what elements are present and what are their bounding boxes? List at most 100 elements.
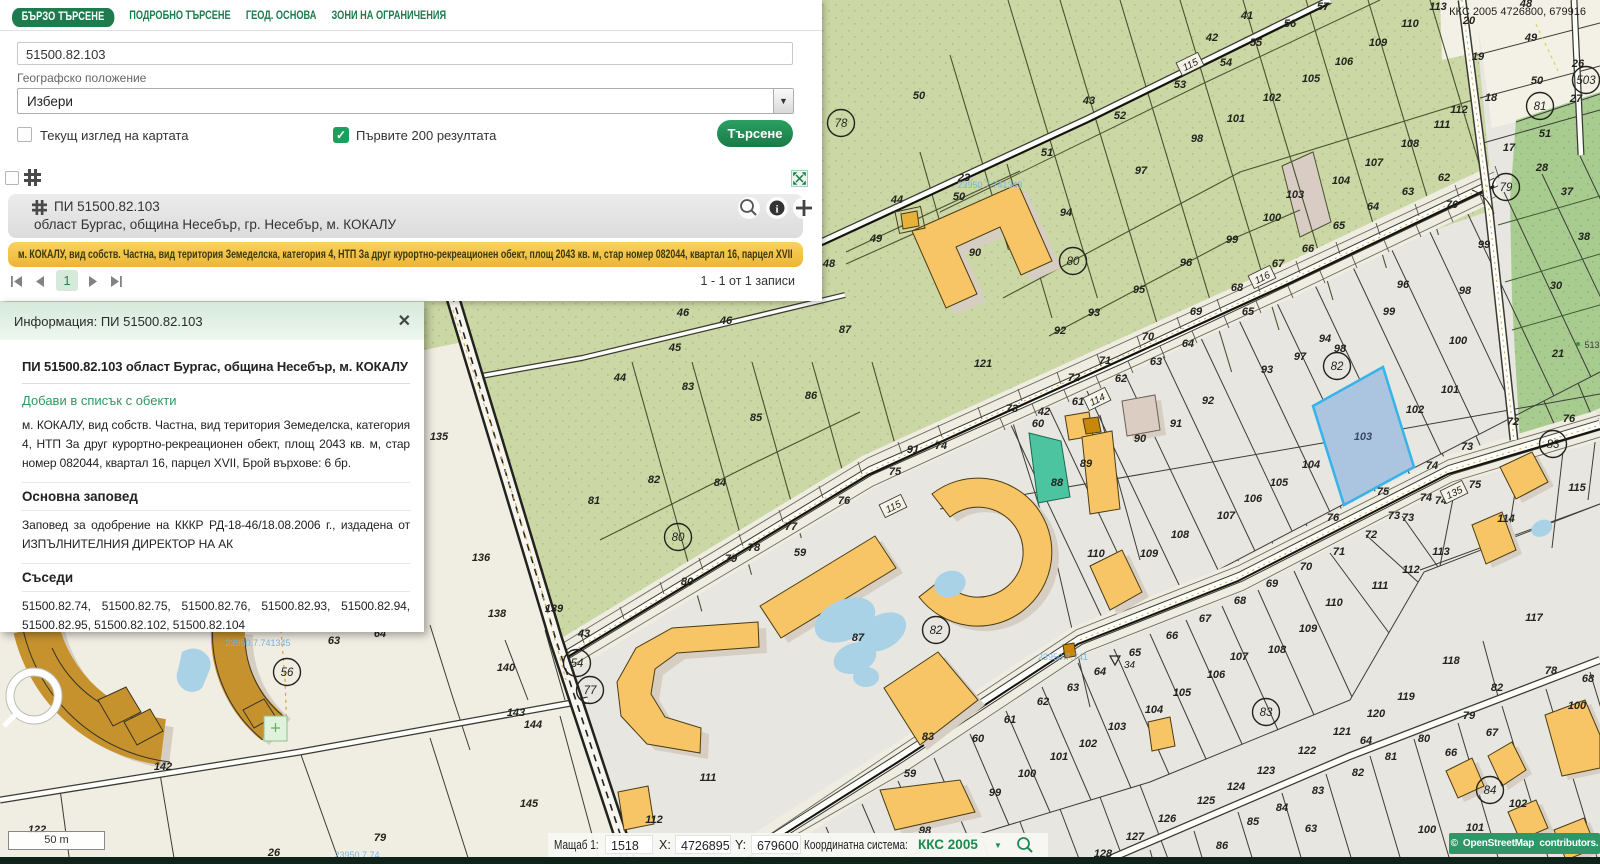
svg-text:43: 43 [1082,95,1095,107]
svg-text:96: 96 [1180,257,1193,269]
svg-text:107: 107 [1230,651,1249,663]
svg-text:139: 139 [545,603,564,615]
svg-text:101: 101 [1227,113,1245,125]
svg-text:75: 75 [1377,486,1390,498]
svg-text:123: 123 [1257,765,1275,777]
svg-text:76: 76 [1327,512,1340,524]
svg-text:109: 109 [1140,548,1159,560]
svg-text:42: 42 [1037,406,1050,418]
svg-text:142: 142 [154,761,172,773]
svg-text:67: 67 [1486,727,1499,739]
svg-text:121: 121 [1333,726,1351,738]
svg-text:121: 121 [974,358,992,370]
svg-text:118: 118 [1442,655,1460,667]
svg-text:87: 87 [839,324,852,336]
svg-text:115: 115 [1568,482,1586,494]
svg-text:50: 50 [913,90,926,102]
svg-text:64: 64 [1367,201,1379,213]
svg-text:68: 68 [1234,595,1247,607]
svg-text:70: 70 [1446,199,1459,211]
svg-text:136: 136 [472,552,491,564]
svg-text:83: 83 [1312,785,1324,797]
svg-text:73: 73 [1006,403,1018,415]
svg-text:88: 88 [1051,477,1064,489]
svg-text:98: 98 [1459,285,1472,297]
svg-text:42: 42 [1205,32,1218,44]
svg-text:21: 21 [1551,348,1564,360]
svg-text:90: 90 [969,247,982,259]
svg-text:107: 107 [1365,157,1384,169]
svg-text:144: 144 [524,719,542,731]
svg-text:76: 76 [1563,413,1576,425]
svg-text:73: 73 [1461,441,1473,453]
svg-text:112: 112 [1402,564,1420,576]
svg-text:78: 78 [1545,665,1558,677]
svg-text:122: 122 [1298,745,1316,757]
svg-text:30: 30 [1550,280,1563,292]
svg-text:80: 80 [681,576,694,588]
svg-text:143: 143 [507,707,525,719]
svg-text:102: 102 [1509,798,1527,810]
svg-text:82: 82 [648,474,660,486]
svg-text:92: 92 [1202,395,1214,407]
svg-text:72: 72 [1068,372,1080,384]
svg-text:108: 108 [1268,644,1287,656]
svg-text:106: 106 [1335,56,1354,68]
svg-text:54: 54 [1220,57,1232,69]
svg-text:19: 19 [1472,51,1485,63]
svg-text:94: 94 [1319,333,1331,345]
svg-text:74: 74 [935,440,947,452]
svg-text:100: 100 [1449,335,1468,347]
svg-text:70: 70 [1142,331,1155,343]
svg-text:65: 65 [1333,220,1346,232]
svg-text:80: 80 [1418,733,1431,745]
svg-text:104: 104 [1145,704,1163,716]
svg-text:71: 71 [1333,546,1345,558]
svg-text:83: 83 [922,731,934,743]
svg-text:84: 84 [1484,785,1497,797]
svg-text:65: 65 [1129,647,1142,659]
svg-text:102: 102 [1406,404,1424,416]
svg-text:111: 111 [1434,119,1451,131]
svg-text:81: 81 [1534,101,1547,113]
svg-text:79: 79 [1500,182,1513,194]
svg-text:i: i [775,204,778,216]
svg-text:80: 80 [672,532,685,544]
svg-text:79: 79 [725,553,738,565]
svg-text:138: 138 [488,608,507,620]
svg-text:86: 86 [1216,840,1229,852]
svg-text:109: 109 [1299,623,1318,635]
svg-text:105: 105 [1270,477,1289,489]
svg-text:51: 51 [1539,128,1551,140]
svg-text:78: 78 [835,118,848,130]
svg-text:83: 83 [682,381,694,393]
svg-text:69: 69 [1266,578,1279,590]
svg-text:60: 60 [972,733,985,745]
svg-text:65: 65 [1242,306,1255,318]
svg-text:55: 55 [1250,37,1263,49]
svg-text:83: 83 [1547,439,1560,451]
svg-text:34: 34 [1124,660,1136,671]
svg-text:64: 64 [1182,338,1194,350]
svg-text:100: 100 [1568,700,1587,712]
svg-text:127: 127 [1126,831,1145,843]
svg-text:67: 67 [1272,258,1285,270]
svg-text:108: 108 [1401,138,1420,150]
svg-text:62: 62 [1115,373,1127,385]
svg-text:68: 68 [1582,673,1595,685]
svg-text:85: 85 [1247,816,1260,828]
svg-text:103: 103 [1108,721,1126,733]
svg-text:135: 135 [430,431,449,443]
svg-text:125: 125 [1197,795,1216,807]
svg-text:82: 82 [1352,767,1364,779]
svg-text:100: 100 [1018,768,1037,780]
svg-text:64: 64 [1094,666,1106,678]
svg-text:77: 77 [785,521,798,533]
svg-text:90: 90 [1134,433,1147,445]
svg-text:45: 45 [668,342,682,354]
svg-text:62: 62 [1037,696,1049,708]
svg-text:99: 99 [1226,234,1239,246]
svg-text:113: 113 [1429,1,1447,13]
svg-text:104: 104 [1332,175,1350,187]
svg-text:17: 17 [1503,142,1516,154]
